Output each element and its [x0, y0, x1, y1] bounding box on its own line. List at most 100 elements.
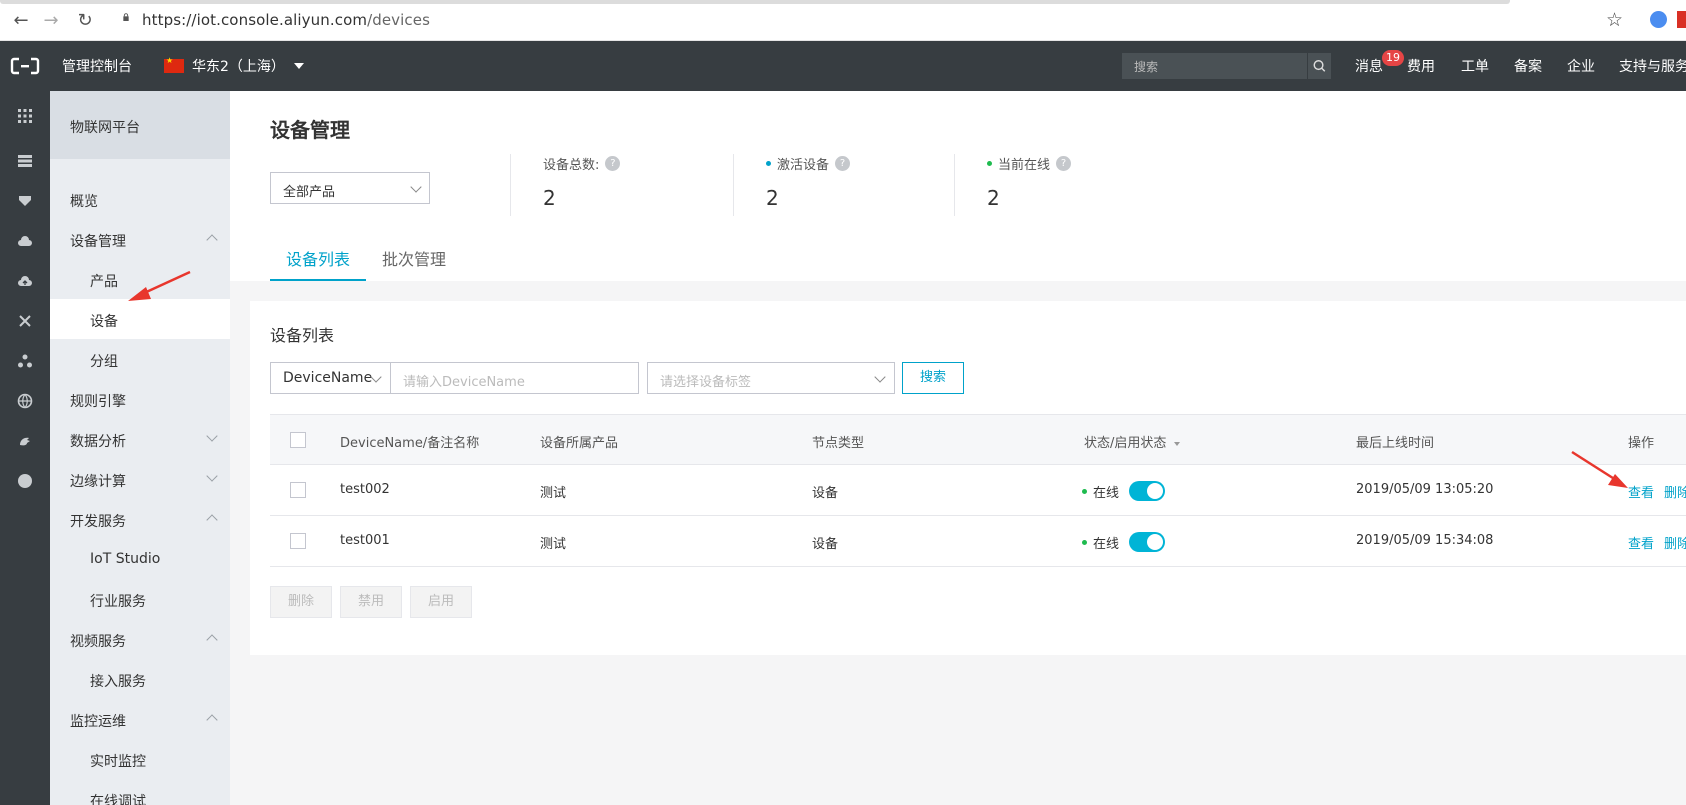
sidebar-item-edge-computing[interactable]: 边缘计算 — [50, 459, 230, 499]
view-device-link[interactable]: 查看 — [1628, 482, 1654, 501]
sidebar-item-devices[interactable]: 设备 — [50, 299, 230, 339]
bulk-enable-button[interactable]: 启用 — [410, 586, 472, 618]
stat-label: 激活设备 — [777, 158, 830, 173]
view-device-link[interactable]: 查看 — [1628, 533, 1654, 552]
stat-value: 2 — [987, 186, 1000, 210]
chevron-down-icon — [206, 430, 218, 442]
sidebar-item-label: 分组 — [90, 354, 118, 370]
extension-icon-2[interactable] — [1677, 11, 1686, 28]
enable-toggle[interactable] — [1129, 481, 1166, 501]
sidebar-item-label: IoT Studio — [90, 551, 161, 567]
sidebar-item-access-service[interactable]: 接入服务 — [50, 659, 230, 699]
icp-link[interactable]: 备案 — [1514, 56, 1542, 76]
status-dot — [987, 161, 992, 166]
sidebar-item-dev-services[interactable]: 开发服务 — [50, 499, 230, 539]
address-bar[interactable]: https://iot.console.aliyun.com/devices — [142, 11, 430, 29]
sidebar-item-groups[interactable]: 分组 — [50, 339, 230, 379]
device-status: 在线 — [1082, 532, 1166, 552]
tab-device-list[interactable]: 设备列表 — [286, 246, 350, 270]
annotation-arrow-icon — [128, 270, 191, 301]
cluster-icon[interactable] — [17, 353, 33, 369]
extension-icon[interactable] — [1650, 11, 1667, 28]
enable-toggle[interactable] — [1129, 532, 1166, 552]
delete-device-link[interactable]: 删除 — [1664, 533, 1686, 552]
grid-icon[interactable] — [17, 108, 33, 124]
product-select[interactable]: 全部产品 — [270, 172, 430, 204]
aliyun-logo-icon[interactable] — [10, 56, 40, 76]
help-icon[interactable]: ? — [1056, 156, 1072, 171]
circle-icon[interactable] — [17, 473, 33, 489]
sidebar-item-label: 行业服务 — [90, 594, 146, 610]
sidebar-item-online-debug[interactable]: 在线调试 — [50, 779, 230, 805]
sidebar-item-label: 在线调试 — [90, 794, 146, 805]
bulk-delete-button[interactable]: 删除 — [270, 586, 332, 618]
sidebar-item-label: 开发服务 — [70, 514, 126, 530]
globe-icon[interactable] — [17, 393, 33, 409]
sidebar-item-rule-engine[interactable]: 规则引擎 — [50, 379, 230, 419]
forward-arrow-icon[interactable]: → — [40, 10, 62, 32]
cloud-up-icon[interactable] — [17, 273, 33, 289]
device-tag-select[interactable]: 请选择设备标签 — [647, 362, 895, 394]
storage-icon[interactable] — [17, 153, 33, 169]
sidebar-item-label: 数据分析 — [70, 434, 126, 450]
stat-value: 2 — [543, 186, 556, 210]
help-icon[interactable]: ? — [835, 156, 851, 171]
col-last-online: 最后上线时间 — [1356, 436, 1435, 451]
sidebar-item-data-analysis[interactable]: 数据分析 — [50, 419, 230, 459]
support-link[interactable]: 支持与服务 — [1619, 56, 1686, 76]
product-select-value: 全部产品 — [283, 185, 336, 200]
col-status[interactable]: 状态/启用状态 — [1084, 432, 1181, 451]
url-base: https://iot.console.aliyun.com — [142, 11, 368, 29]
dragon-icon[interactable] — [17, 433, 33, 449]
cloud-icon[interactable] — [17, 233, 33, 249]
search-icon[interactable] — [1307, 53, 1331, 79]
sidebar-item-device-management[interactable]: 设备管理 — [50, 219, 230, 259]
sidebar-item-monitoring-ops[interactable]: 监控运维 — [50, 699, 230, 739]
device-name: test001 — [340, 533, 390, 548]
tab-batch-management[interactable]: 批次管理 — [382, 246, 446, 270]
stat-value: 2 — [766, 186, 779, 210]
lock-icon — [123, 13, 129, 21]
search-button[interactable]: 搜索 — [902, 362, 964, 394]
row-checkbox[interactable] — [290, 482, 306, 498]
region-selector[interactable]: 华东2（上海） — [164, 56, 304, 76]
shield-icon[interactable] — [17, 193, 33, 209]
filter-field-select[interactable]: DeviceName — [270, 362, 391, 394]
browser-toolbar: ← → ↻ https://iot.console.aliyun.com/dev… — [0, 0, 1686, 41]
select-all-checkbox[interactable] — [290, 432, 306, 448]
chevron-down-icon — [206, 470, 218, 482]
device-name-input[interactable]: 请输入DeviceName — [390, 362, 639, 394]
sidebar-item-video-services[interactable]: 视频服务 — [50, 619, 230, 659]
top-search-input[interactable]: 搜索 — [1122, 53, 1331, 79]
sidebar-item-realtime-monitor[interactable]: 实时监控 — [50, 739, 230, 779]
last-online-time: 2019/05/09 15:34:08 — [1356, 533, 1494, 548]
help-icon[interactable]: ? — [605, 156, 621, 171]
device-status: 在线 — [1082, 481, 1166, 501]
row-checkbox[interactable] — [290, 533, 306, 549]
sidebar-item-industry-services[interactable]: 行业服务 — [50, 579, 230, 619]
bookmark-star-icon[interactable]: ☆ — [1606, 9, 1623, 31]
reload-icon[interactable]: ↻ — [74, 10, 96, 32]
sidebar-item-label: 边缘计算 — [70, 474, 126, 490]
node-type: 设备 — [812, 537, 839, 552]
network-icon[interactable] — [17, 313, 33, 329]
sidebar-item-label: 概览 — [70, 194, 98, 210]
enterprise-link[interactable]: 企业 — [1567, 56, 1595, 76]
delete-device-link[interactable]: 删除 — [1664, 482, 1686, 501]
sidebar-item-label: 接入服务 — [90, 674, 146, 690]
billing-link[interactable]: 费用 — [1407, 56, 1435, 76]
sidebar: 物联网平台 概览 设备管理 产品 设备 分组 规则引擎 数据分析 边缘计算 开发… — [50, 91, 230, 805]
tickets-link[interactable]: 工单 — [1461, 56, 1489, 76]
col-status-label: 状态/启用状态 — [1084, 436, 1167, 451]
sidebar-item-label: 设备管理 — [70, 234, 126, 250]
console-home-link[interactable]: 管理控制台 — [62, 56, 132, 76]
messages-link[interactable]: 消息 — [1355, 56, 1383, 76]
filter-field-value: DeviceName — [283, 370, 373, 386]
product-icon-rail — [0, 91, 50, 805]
sidebar-item-overview[interactable]: 概览 — [50, 179, 230, 219]
sidebar-item-iot-studio[interactable]: IoT Studio — [50, 539, 230, 579]
device-product: 测试 — [540, 486, 567, 501]
bulk-disable-button[interactable]: 禁用 — [340, 586, 402, 618]
back-arrow-icon[interactable]: ← — [10, 10, 32, 32]
message-count-badge: 19 — [1382, 50, 1404, 66]
